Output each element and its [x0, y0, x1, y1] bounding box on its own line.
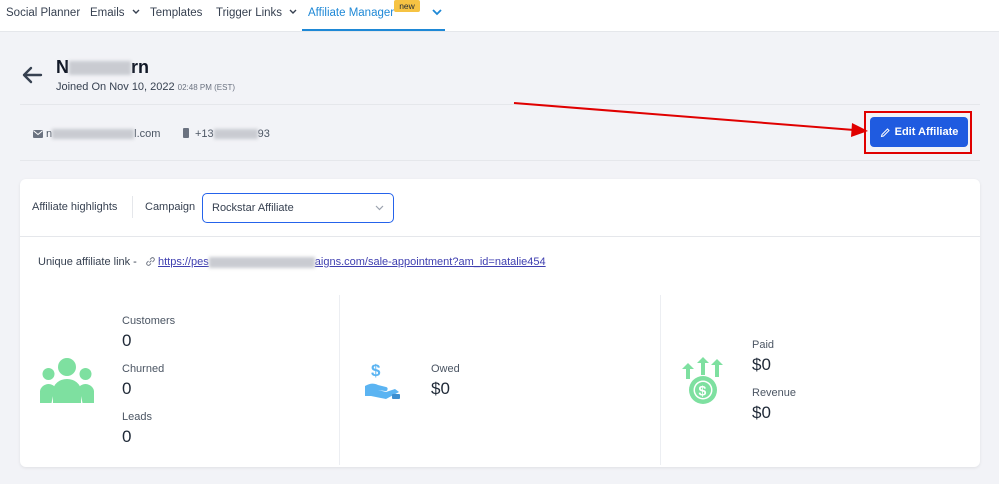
owed-label: Owed	[431, 363, 460, 375]
joined-time: 02:48 PM (EST)	[177, 83, 235, 92]
affiliate-name-start: N	[56, 57, 69, 77]
chevron-down-icon	[289, 9, 297, 14]
column-divider	[660, 295, 661, 465]
phone-start: +13	[195, 128, 214, 140]
contact-email: n l.com	[33, 128, 160, 140]
phone-icon	[183, 128, 189, 138]
nav-affiliate-manager[interactable]: Affiliate Manager	[302, 0, 445, 31]
nav-social-planner-label: Social Planner	[6, 7, 81, 19]
nav-trigger-links[interactable]: Trigger Links	[216, 0, 297, 31]
nav-social-planner[interactable]: Social Planner	[6, 0, 80, 31]
redacted-block	[208, 256, 315, 268]
affiliate-highlights-card: Affiliate highlights Campaign Rockstar A…	[20, 179, 980, 467]
unique-link-label: Unique affiliate link -	[38, 256, 137, 268]
annotation-highlight-box	[864, 111, 972, 154]
joined-date: Joined On Nov 10, 2022 02:48 PM (EST)	[56, 81, 235, 93]
affiliate-highlights-label: Affiliate highlights	[32, 201, 118, 213]
top-navigation: Social Planner Emails Templates Trigger …	[0, 0, 999, 32]
affiliate-name: Nrn	[56, 57, 149, 78]
nav-trigger-links-label: Trigger Links	[216, 7, 283, 19]
nav-affiliate-manager-label: Affiliate Manager	[308, 7, 395, 19]
affiliate-name-end: rn	[131, 57, 149, 77]
coin-growth-icon: $	[682, 357, 723, 404]
leads-label: Leads	[122, 411, 152, 423]
customers-label: Customers	[122, 315, 176, 327]
divider	[20, 160, 980, 161]
divider	[20, 236, 980, 237]
email-end: l.com	[134, 128, 161, 140]
chevron-down-icon	[132, 9, 140, 14]
campaign-select[interactable]: Rockstar Affiliate	[202, 193, 394, 223]
paid-label: Paid	[752, 339, 775, 351]
new-badge: new	[394, 0, 420, 12]
column-divider	[339, 295, 340, 465]
churned-value: 0	[122, 379, 132, 398]
redacted-block	[69, 61, 131, 76]
mail-icon	[33, 130, 43, 138]
annotation-arrow	[513, 102, 868, 137]
redacted-block	[213, 129, 258, 140]
customers-value: 0	[122, 331, 132, 350]
joined-date-text: Joined On Nov 10, 2022	[56, 81, 175, 93]
churned-label: Churned	[122, 363, 165, 375]
nav-emails-label: Emails	[90, 7, 125, 19]
chevron-down-icon	[375, 205, 384, 211]
redacted-block	[52, 129, 135, 140]
nav-templates[interactable]: Templates	[150, 0, 202, 31]
svg-text:$: $	[699, 383, 707, 399]
revenue-value: $0	[752, 403, 771, 422]
group-icon	[40, 358, 94, 403]
phone-end: 93	[257, 128, 270, 140]
campaign-label: Campaign	[145, 201, 196, 213]
unique-affiliate-link[interactable]: https://pes aigns.com/sale-appointment?am…	[158, 256, 546, 268]
paid-value: $0	[752, 355, 771, 374]
campaign-select-value: Rockstar Affiliate	[212, 202, 294, 214]
revenue-label: Revenue	[752, 387, 797, 399]
leads-value: 0	[122, 427, 132, 446]
svg-text:$: $	[371, 361, 381, 380]
contact-phone: +13 93	[183, 128, 270, 140]
nav-emails[interactable]: Emails	[90, 0, 140, 31]
link-icon	[146, 257, 155, 266]
chevron-down-icon[interactable]	[432, 9, 442, 16]
link-start: https://pes	[158, 256, 209, 268]
link-end: aigns.com/sale-appointment?am_id=natalie…	[314, 256, 546, 268]
divider	[132, 196, 133, 218]
arrow-left-icon[interactable]	[21, 66, 43, 84]
owed-value: $0	[431, 379, 450, 398]
nav-templates-label: Templates	[150, 7, 203, 19]
hand-dollar-icon: $	[365, 361, 400, 399]
